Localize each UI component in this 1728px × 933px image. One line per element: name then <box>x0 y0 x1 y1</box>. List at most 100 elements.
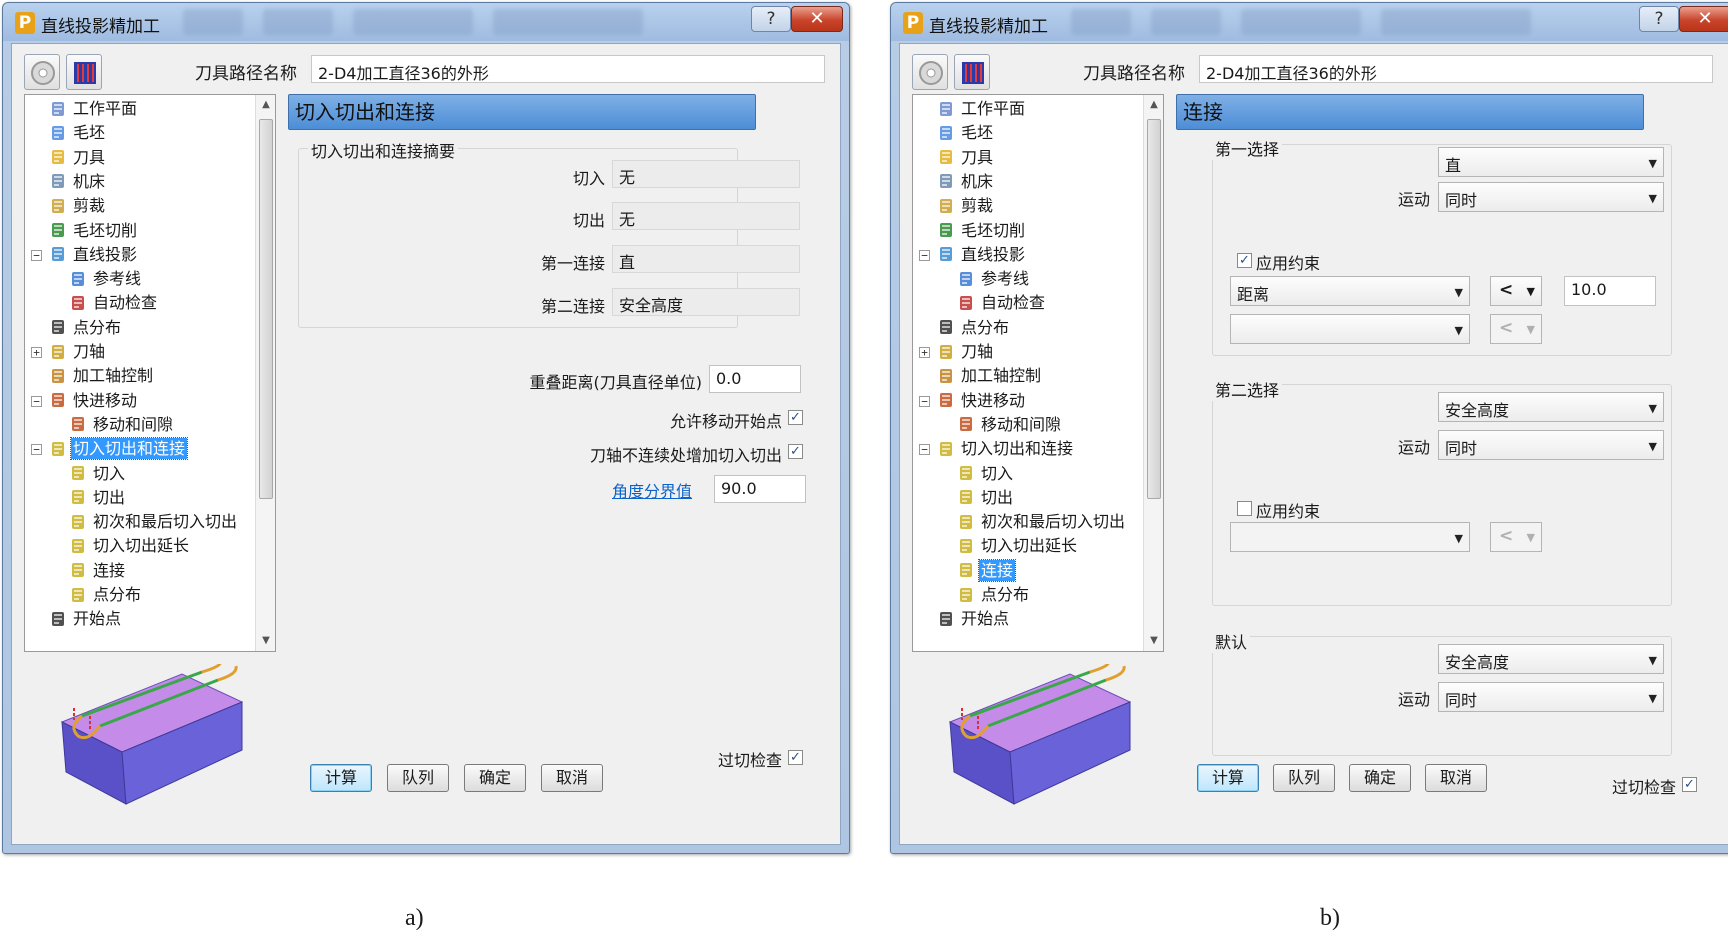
allow-move-start-checkbox[interactable]: ✓ <box>788 410 803 425</box>
second-choice-motion-dropdown[interactable]: 同时 ▼ <box>1438 430 1664 460</box>
tree-scrollbar[interactable]: ▲ ▼ <box>255 95 275 651</box>
tree-item[interactable]: 切入 <box>957 462 1015 486</box>
tree-item[interactable]: 毛坯 <box>937 121 995 145</box>
tree-item[interactable]: 切入切出和连接 <box>937 437 1075 461</box>
scroll-thumb[interactable] <box>1147 119 1161 499</box>
strategy-tree[interactable]: 工作平面 毛坯 刀具 机床 剪裁 毛坯切削 直线投影 − 参考线 自动检查 点分布 刀轴 + 加工轴控制快… <box>24 94 276 652</box>
second-apply-constraint-checkbox[interactable] <box>1237 501 1252 516</box>
scroll-down-icon[interactable]: ▼ <box>256 631 275 651</box>
second-choice-operator-dropdown[interactable]: < ▼ <box>1490 522 1542 552</box>
angular-threshold-link[interactable]: 角度分界值 <box>612 478 692 502</box>
tree-item[interactable]: 工作平面 <box>937 97 1027 121</box>
tree-item[interactable]: 开始点 <box>937 607 1011 631</box>
accept-button[interactable]: 确定 <box>1349 764 1411 792</box>
tree-item[interactable]: 剪裁 <box>49 194 107 218</box>
help-button[interactable]: ? <box>751 6 791 32</box>
tree-item[interactable]: 切出 <box>957 486 1015 510</box>
constraint-value-input[interactable]: 10.0 <box>1564 276 1656 306</box>
calculate-button[interactable]: 计算 <box>1197 764 1259 792</box>
settings-toolbar-button[interactable] <box>912 54 948 90</box>
tree-item[interactable]: 初次和最后切入切出 <box>957 510 1127 534</box>
tree-item[interactable]: 点分布 <box>69 583 143 607</box>
tree-item[interactable]: 切出 <box>69 486 127 510</box>
tree-item[interactable]: 刀轴 <box>49 340 107 364</box>
first-apply-constraint-checkbox[interactable]: ✓ <box>1237 253 1252 268</box>
second-constraint-operator-dropdown[interactable]: < ▼ <box>1490 314 1542 344</box>
tree-item[interactable]: 点分布 <box>937 316 1011 340</box>
tree-expander-icon[interactable]: + <box>919 347 930 358</box>
default-motion-dropdown[interactable]: 同时 ▼ <box>1438 682 1664 712</box>
default-type-dropdown[interactable]: 安全高度 ▼ <box>1438 644 1664 674</box>
tree-scrollbar[interactable]: ▲ ▼ <box>1143 95 1163 651</box>
toolpath-name-input[interactable]: 2-D4加工直径36的外形 <box>311 55 825 83</box>
tree-item[interactable]: 机床 <box>937 170 995 194</box>
queue-button[interactable]: 队列 <box>1273 764 1335 792</box>
tree-expander-icon[interactable]: − <box>31 249 42 261</box>
settings-toolbar-button[interactable] <box>24 54 60 90</box>
toolpath-colors-button[interactable] <box>66 54 102 90</box>
tree-item[interactable]: 快进移动 <box>937 389 1027 413</box>
first-choice-motion-dropdown[interactable]: 同时 ▼ <box>1438 182 1664 212</box>
tree-item[interactable]: 刀具 <box>937 146 995 170</box>
tree-item[interactable]: 参考线 <box>957 267 1031 291</box>
tree-item[interactable]: 点分布 <box>957 583 1031 607</box>
tree-item[interactable]: 毛坯 <box>49 121 107 145</box>
tree-item[interactable]: 参考线 <box>69 267 143 291</box>
gouge-check-checkbox[interactable]: ✓ <box>788 750 803 765</box>
gouge-check-checkbox[interactable]: ✓ <box>1682 777 1697 792</box>
tree-item[interactable]: 切入切出延长 <box>957 534 1079 558</box>
tree-item[interactable]: 刀具 <box>49 146 107 170</box>
scroll-up-icon[interactable]: ▲ <box>1144 95 1163 115</box>
tree-item[interactable]: 毛坯切削 <box>937 219 1027 243</box>
tree-item[interactable]: 加工轴控制 <box>49 364 155 388</box>
tree-item[interactable]: 初次和最后切入切出 <box>69 510 239 534</box>
tree-item[interactable]: 开始点 <box>49 607 123 631</box>
tree-expander-icon[interactable]: − <box>919 395 930 407</box>
tree-expander-icon[interactable]: − <box>31 444 42 456</box>
tree-expander-icon[interactable]: − <box>31 395 42 407</box>
angular-threshold-input[interactable]: 90.0 <box>714 475 806 503</box>
queue-button[interactable]: 队列 <box>387 764 449 792</box>
toolpath-colors-button[interactable] <box>954 54 990 90</box>
tree-item[interactable]: 切入切出和连接 <box>49 437 189 461</box>
add-leads-at-axis-discontinuity-checkbox[interactable]: ✓ <box>788 444 803 459</box>
tree-item[interactable]: 直线投影 <box>49 243 139 267</box>
toolpath-name-input[interactable]: 2-D4加工直径36的外形 <box>1199 55 1713 83</box>
tree-item[interactable]: 直线投影 <box>937 243 1027 267</box>
second-choice-type-dropdown[interactable]: 安全高度 ▼ <box>1438 392 1664 422</box>
strategy-tree[interactable]: 工作平面 毛坯 刀具 机床 剪裁 毛坯切削 直线投影 − 参考线 自动检查 点分布 刀轴 + 加工轴控制快… <box>912 94 1164 652</box>
title-bar[interactable]: P 直线投影精加工 ? ✕ <box>891 3 1728 41</box>
tree-expander-icon[interactable]: − <box>919 444 930 456</box>
tree-item[interactable]: 工作平面 <box>49 97 139 121</box>
tree-expander-icon[interactable]: + <box>31 347 42 358</box>
tree-item[interactable]: 剪裁 <box>937 194 995 218</box>
second-constraint-type-dropdown[interactable]: ▼ <box>1230 314 1470 344</box>
tree-item[interactable]: 连接 <box>957 558 1017 583</box>
constraint-type-dropdown[interactable]: 距离 ▼ <box>1230 276 1470 306</box>
scroll-up-icon[interactable]: ▲ <box>256 95 275 115</box>
tree-item[interactable]: 机床 <box>49 170 107 194</box>
scroll-down-icon[interactable]: ▼ <box>1144 631 1163 651</box>
calculate-button[interactable]: 计算 <box>310 764 372 792</box>
close-button[interactable]: ✕ <box>1679 6 1728 32</box>
tree-item[interactable]: 移动和间隙 <box>957 413 1063 437</box>
tree-item[interactable]: 快进移动 <box>49 389 139 413</box>
tree-expander-icon[interactable]: − <box>919 249 930 261</box>
cancel-button[interactable]: 取消 <box>1425 764 1487 792</box>
tree-item[interactable]: 毛坯切削 <box>49 219 139 243</box>
accept-button[interactable]: 确定 <box>464 764 526 792</box>
tree-item[interactable]: 点分布 <box>49 316 123 340</box>
tree-item[interactable]: 移动和间隙 <box>69 413 175 437</box>
second-choice-constraint-dropdown[interactable]: ▼ <box>1230 522 1470 552</box>
first-choice-type-dropdown[interactable]: 直 ▼ <box>1438 147 1664 177</box>
tree-item[interactable]: 自动检查 <box>957 291 1047 315</box>
title-bar[interactable]: P 直线投影精加工 ? ✕ <box>3 3 849 41</box>
tree-item[interactable]: 切入 <box>69 462 127 486</box>
help-button[interactable]: ? <box>1639 6 1679 32</box>
tree-item[interactable]: 切入切出延长 <box>69 534 191 558</box>
scroll-thumb[interactable] <box>259 119 273 499</box>
overlap-distance-input[interactable]: 0.0 <box>709 365 801 393</box>
close-button[interactable]: ✕ <box>791 6 843 32</box>
tree-item[interactable]: 连接 <box>69 559 127 583</box>
tree-item[interactable]: 刀轴 <box>937 340 995 364</box>
